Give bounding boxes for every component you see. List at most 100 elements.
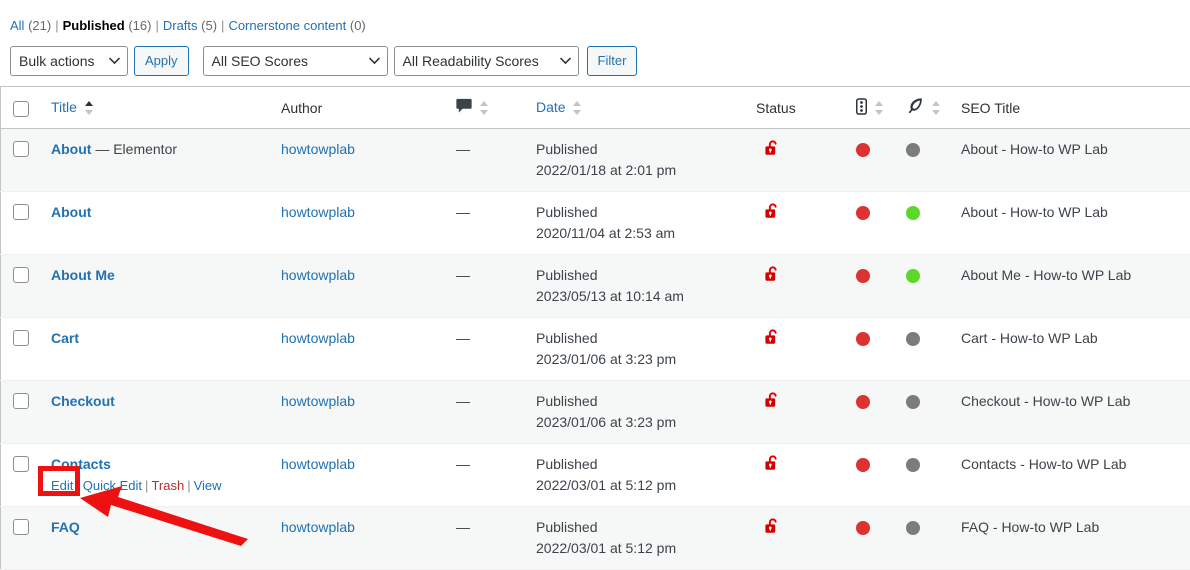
row-date-status: Published (536, 517, 756, 538)
open-lock-icon[interactable] (764, 139, 780, 162)
row-date-cell: Published2022/03/01 at 5:12 pm (536, 507, 756, 570)
row-readability-score-cell (906, 507, 961, 570)
sort-link-date[interactable]: Date (536, 99, 566, 115)
open-lock-icon[interactable] (764, 454, 780, 477)
table-row: Abouthowtowplab—Published2020/11/04 at 2… (1, 192, 1190, 255)
row-seo-title-cell: Checkout - How-to WP Lab (961, 381, 1190, 444)
row-checkbox[interactable] (13, 519, 29, 535)
row-action-quick-edit[interactable]: Quick Edit (83, 478, 142, 493)
sort-arrows-icon[interactable] (874, 100, 884, 116)
comment-bubble-icon (456, 98, 472, 117)
view-link-drafts[interactable]: Drafts (163, 18, 198, 33)
column-header-readability-score[interactable] (906, 87, 961, 129)
column-header-date[interactable]: Date (536, 87, 756, 129)
row-title-suffix: — Elementor (91, 141, 177, 157)
row-action-edit[interactable]: Edit (51, 478, 73, 493)
table-head: Title Author (1, 87, 1190, 129)
select-all-checkbox[interactable] (13, 101, 29, 117)
row-author-link[interactable]: howtowplab (281, 456, 355, 472)
row-checkbox[interactable] (13, 204, 29, 220)
row-date-cell: Published2020/11/04 at 2:53 am (536, 192, 756, 255)
view-count-published: (16) (128, 18, 151, 33)
row-checkbox[interactable] (13, 330, 29, 346)
readability-scores-select[interactable]: All Readability Scores (394, 46, 579, 76)
apply-button[interactable]: Apply (134, 46, 189, 76)
row-action-view[interactable]: View (194, 478, 222, 493)
row-title-link[interactable]: About (51, 141, 91, 157)
row-author-link[interactable]: howtowplab (281, 519, 355, 535)
sort-arrows-icon[interactable] (479, 100, 489, 116)
row-select-cell (1, 192, 52, 255)
row-select-cell (1, 381, 52, 444)
row-author-cell: howtowplab (281, 255, 456, 318)
sort-arrows-icon[interactable] (572, 100, 582, 116)
open-lock-icon[interactable] (764, 265, 780, 288)
column-header-seo-score[interactable] (856, 87, 906, 129)
row-author-link[interactable]: howtowplab (281, 141, 355, 157)
row-checkbox[interactable] (13, 267, 29, 283)
row-date-status: Published (536, 328, 756, 349)
sort-link-title[interactable]: Title (51, 99, 77, 115)
row-date-status: Published (536, 265, 756, 286)
row-author-cell: howtowplab (281, 381, 456, 444)
row-comments-cell: — (456, 129, 536, 192)
row-author-link[interactable]: howtowplab (281, 393, 355, 409)
column-header-title[interactable]: Title (51, 87, 281, 129)
row-select-cell (1, 444, 52, 507)
view-link-cornerstone[interactable]: Cornerstone content (228, 18, 346, 33)
row-readability-score-cell (906, 129, 961, 192)
sort-arrows-icon[interactable] (931, 100, 941, 116)
row-title-link[interactable]: About (51, 204, 91, 220)
column-header-seo-title: SEO Title (961, 87, 1190, 129)
view-link-all[interactable]: All (10, 18, 24, 33)
open-lock-icon[interactable] (764, 328, 780, 351)
row-checkbox[interactable] (13, 141, 29, 157)
view-item-published[interactable]: Published (16) (63, 18, 152, 33)
readability-score-dot (906, 521, 920, 535)
view-separator: | (217, 18, 228, 33)
row-action-trash[interactable]: Trash (151, 478, 184, 493)
view-link-published[interactable]: Published (63, 18, 125, 33)
open-lock-icon[interactable] (764, 517, 780, 540)
row-title-link[interactable]: Cart (51, 330, 79, 346)
open-lock-icon[interactable] (764, 202, 780, 225)
bulk-actions-wrap: Bulk actions (10, 46, 128, 76)
row-readability-score-cell (906, 444, 961, 507)
row-title-link[interactable]: FAQ (51, 519, 80, 535)
row-comments-cell: — (456, 318, 536, 381)
open-lock-icon[interactable] (764, 391, 780, 414)
row-checkbox[interactable] (13, 393, 29, 409)
filter-button[interactable]: Filter (587, 46, 638, 76)
row-date-status: Published (536, 139, 756, 160)
readability-score-dot (906, 458, 920, 472)
row-date-value: 2022/03/01 at 5:12 pm (536, 538, 756, 559)
row-title-cell: About Me (51, 255, 281, 318)
row-title-link[interactable]: Checkout (51, 393, 115, 409)
view-item-cornerstone[interactable]: Cornerstone content (0) (228, 18, 365, 33)
row-title-link[interactable]: About Me (51, 267, 115, 283)
readability-scores-wrap: All Readability Scores (394, 46, 579, 76)
bulk-actions-select[interactable]: Bulk actions (10, 46, 128, 76)
row-author-link[interactable]: howtowplab (281, 204, 355, 220)
column-label-author: Author (281, 100, 322, 116)
row-seo-title-value: Contacts - How-to WP Lab (961, 456, 1126, 472)
row-status-cell (756, 318, 856, 381)
row-author-link[interactable]: howtowplab (281, 330, 355, 346)
sort-arrows-icon[interactable] (84, 100, 94, 116)
seo-score-dot (856, 269, 870, 283)
row-date-cell: Published2023/05/13 at 10:14 am (536, 255, 756, 318)
seo-scores-select[interactable]: All SEO Scores (203, 46, 388, 76)
table-row: FAQhowtowplab—Published2022/03/01 at 5:1… (1, 507, 1190, 570)
row-seo-title-cell: About Me - How-to WP Lab (961, 255, 1190, 318)
view-count-cornerstone: (0) (350, 18, 366, 33)
column-header-comments[interactable] (456, 87, 536, 129)
table-header-row: Title Author (1, 87, 1190, 129)
view-item-all[interactable]: All (21) (10, 18, 51, 33)
row-title-link[interactable]: Contacts (51, 456, 111, 472)
row-author-link[interactable]: howtowplab (281, 267, 355, 283)
row-status-cell (756, 129, 856, 192)
view-item-drafts[interactable]: Drafts (5) (163, 18, 217, 33)
row-checkbox[interactable] (13, 456, 29, 472)
row-actions: Edit|Quick Edit|Trash|View (51, 474, 281, 496)
view-separator: | (51, 18, 62, 33)
